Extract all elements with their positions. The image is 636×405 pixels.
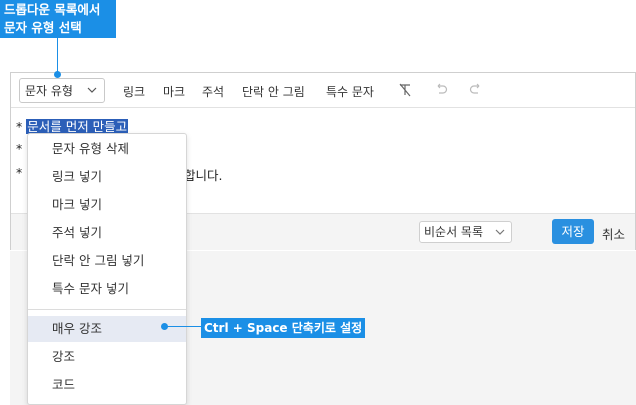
list-bullet: * (16, 165, 23, 180)
callout-top-line1: 드롭다운 목록에서 (4, 2, 101, 17)
context-menu: 문자 유형 삭제 링크 넣기 마크 넣기 주석 넣기 단락 안 그림 넣기 특수… (27, 133, 187, 405)
menu-item-insert-special-char[interactable]: 특수 문자 넣기 (28, 276, 186, 302)
char-type-dropdown-label: 문자 유형 (25, 84, 73, 98)
save-button[interactable]: 저장 (552, 219, 594, 244)
toolbar-inline-image[interactable]: 단락 안 그림 (242, 83, 305, 100)
menu-item-insert-inline-image[interactable]: 단락 안 그림 넣기 (28, 248, 186, 274)
cancel-button[interactable]: 취소 (602, 224, 625, 243)
content-line: * 합니다. (16, 165, 222, 183)
selected-text: 문서를 먼저 만들고 (26, 119, 129, 134)
list-bullet: * (16, 141, 23, 156)
toolbar-special-char[interactable]: 특수 문자 (326, 83, 374, 100)
menu-item-remove-char-type[interactable]: 문자 유형 삭제 (28, 136, 186, 162)
chevron-down-icon (87, 87, 97, 93)
callout-top-dot (54, 71, 61, 78)
editor-toolbar: 문자 유형 링크 마크 주석 단락 안 그림 특수 문자 (11, 73, 635, 108)
menu-item-code[interactable]: 코드 (28, 372, 186, 398)
callout-right: Ctrl + Space 단축키로 설정 (201, 318, 366, 338)
menu-item-emphasis[interactable]: 강조 (28, 344, 186, 370)
chevron-down-icon (495, 229, 505, 235)
menu-item-insert-mark[interactable]: 마크 넣기 (28, 192, 186, 218)
list-type-label: 비순서 목록 (424, 225, 484, 239)
callout-top-line2: 문자 유형 선택 (4, 20, 82, 35)
list-type-select[interactable]: 비순서 목록 (419, 221, 512, 243)
char-type-dropdown[interactable]: 문자 유형 (19, 78, 105, 103)
menu-item-insert-link[interactable]: 링크 넣기 (28, 164, 186, 190)
callout-top: 드롭다운 목록에서 문자 유형 선택 (0, 0, 116, 38)
undo-icon[interactable] (434, 82, 448, 96)
content-text: 합니다. (184, 168, 223, 183)
menu-item-insert-annotation[interactable]: 주석 넣기 (28, 220, 186, 246)
menu-divider (28, 309, 186, 310)
redo-icon[interactable] (469, 82, 483, 96)
clear-format-icon[interactable] (397, 82, 413, 98)
toolbar-link[interactable]: 링크 (123, 83, 145, 100)
list-bullet: * (16, 119, 23, 134)
toolbar-annotation[interactable]: 주석 (202, 83, 224, 100)
toolbar-mark[interactable]: 마크 (163, 83, 185, 100)
content-line: * (16, 141, 22, 156)
callout-top-leader (57, 38, 58, 74)
callout-right-dot (161, 323, 168, 330)
callout-right-leader (164, 326, 202, 327)
